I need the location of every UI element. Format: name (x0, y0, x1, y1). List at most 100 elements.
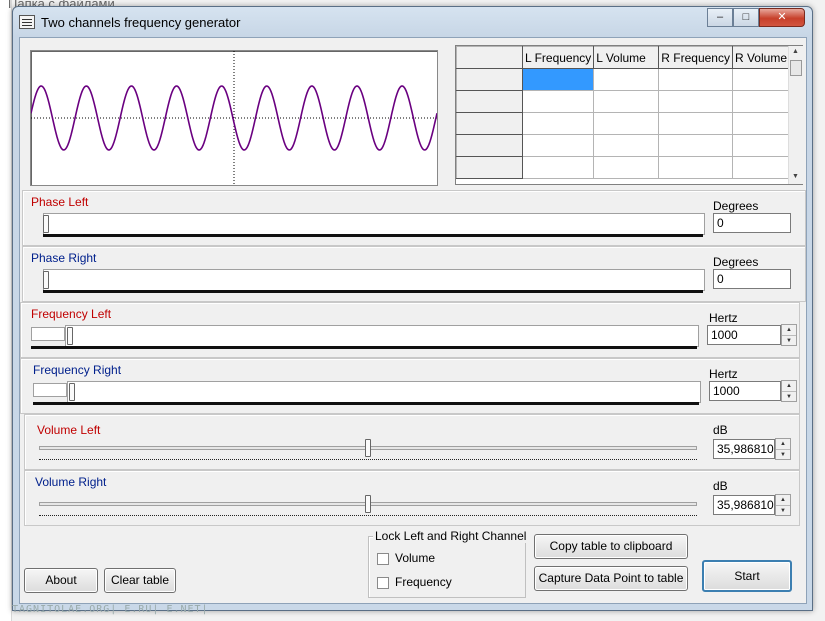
table-row (456, 68, 799, 91)
volume-left-ticks (39, 459, 697, 460)
table-cell[interactable] (521, 112, 595, 135)
table-cell[interactable] (593, 68, 660, 91)
table-cell-selected[interactable] (521, 68, 595, 91)
phase-right-panel: Phase Right Degrees 0 (22, 246, 806, 302)
phase-left-slider[interactable] (43, 213, 705, 235)
spin-down-icon[interactable]: ▼ (782, 391, 796, 401)
frequency-right-slider-thumb[interactable] (69, 383, 75, 401)
table-cell[interactable] (593, 112, 660, 135)
row-header[interactable] (456, 134, 523, 157)
lock-frequency-label[interactable]: Frequency (395, 575, 452, 589)
table-cell[interactable] (658, 90, 733, 113)
table-cell[interactable] (593, 134, 660, 157)
frequency-right-label: Frequency Right (33, 363, 122, 377)
lock-volume-label[interactable]: Volume (395, 551, 435, 565)
app-icon[interactable] (19, 15, 35, 29)
table-cell[interactable] (658, 134, 733, 157)
table-row (456, 112, 799, 135)
row-header[interactable] (456, 90, 523, 113)
phase-left-slider-thumb[interactable] (43, 215, 49, 233)
table-row (456, 90, 799, 113)
phase-right-slider-thumb[interactable] (43, 271, 49, 289)
frequency-left-hertz-input[interactable]: 1000 (707, 325, 781, 345)
minimize-button[interactable]: – (707, 8, 733, 27)
frequency-right-unit: Hertz (709, 367, 738, 381)
volume-right-label: Volume Right (35, 475, 107, 489)
row-header[interactable] (456, 156, 523, 179)
column-header-r-frequency[interactable]: R Frequency (658, 46, 733, 69)
volume-right-unit: dB (713, 479, 728, 493)
lock-frequency-checkbox[interactable] (377, 577, 389, 589)
phase-right-degrees-input[interactable]: 0 (713, 269, 791, 289)
spin-up-icon[interactable]: ▲ (782, 325, 796, 335)
table-cell[interactable] (658, 156, 733, 179)
volume-left-db-input[interactable]: 35,986810 (713, 439, 775, 459)
volume-left-slider-thumb[interactable] (365, 439, 371, 457)
background-folder-window (0, 0, 12, 621)
waveform-display (30, 50, 438, 186)
phase-left-panel: Phase Left Degrees 0 (22, 190, 806, 246)
phase-right-unit: Degrees (713, 255, 759, 269)
frequency-right-range-box[interactable] (33, 383, 67, 397)
volume-right-spinner[interactable]: ▲ ▼ (775, 494, 791, 516)
spin-down-icon[interactable]: ▼ (782, 335, 796, 345)
volume-right-panel: Volume Right dB 35,986810 ▲ ▼ (24, 470, 800, 526)
lock-volume-checkbox[interactable] (377, 553, 389, 565)
phase-right-slider[interactable] (43, 269, 705, 291)
table-cell[interactable] (593, 156, 660, 179)
spin-up-icon[interactable]: ▲ (776, 495, 790, 505)
data-grid: L Frequency L Volume R Frequency R Volum… (456, 46, 799, 179)
phase-right-label: Phase Right (31, 251, 97, 265)
start-button[interactable]: Start (702, 560, 792, 592)
volume-right-db-input[interactable]: 35,986810 (713, 495, 775, 515)
row-header[interactable] (456, 112, 523, 135)
about-button[interactable]: About (24, 568, 98, 593)
phase-left-unit: Degrees (713, 199, 759, 213)
lock-channels-title: Lock Left and Right Channel (373, 529, 529, 543)
table-row (456, 156, 799, 179)
volume-right-slider-thumb[interactable] (365, 495, 371, 513)
frequency-left-range-box[interactable] (31, 327, 65, 341)
frequency-left-spinner[interactable]: ▲ ▼ (781, 324, 797, 346)
frequency-right-spinner[interactable]: ▲ ▼ (781, 380, 797, 402)
corner-cell (456, 46, 523, 69)
scroll-up-icon[interactable]: ▲ (792, 48, 799, 55)
table-cell[interactable] (658, 112, 733, 135)
copy-table-button[interactable]: Copy table to clipboard (534, 534, 688, 559)
scroll-down-icon[interactable]: ▼ (792, 173, 799, 180)
table-cell[interactable] (521, 156, 595, 179)
column-header-l-volume[interactable]: L Volume (593, 46, 660, 69)
minimize-icon: – (716, 11, 724, 23)
spin-up-icon[interactable]: ▲ (776, 439, 790, 449)
frequency-right-hertz-input[interactable]: 1000 (709, 381, 781, 401)
volume-left-spinner[interactable]: ▲ ▼ (775, 438, 791, 460)
phase-left-degrees-input[interactable]: 0 (713, 213, 791, 233)
row-header[interactable] (456, 68, 523, 91)
scroll-thumb[interactable] (790, 60, 802, 76)
capture-data-point-button[interactable]: Capture Data Point to table (534, 566, 688, 591)
phase-right-slider-baseline (43, 290, 703, 293)
table-vertical-scrollbar[interactable]: ▲ ▼ (788, 46, 803, 184)
frequency-left-label: Frequency Left (31, 307, 112, 321)
spin-down-icon[interactable]: ▼ (776, 505, 790, 515)
close-icon: ✕ (777, 11, 787, 23)
frequency-left-slider-thumb[interactable] (67, 327, 73, 345)
table-row (456, 134, 799, 157)
maximize-button[interactable]: □ (733, 8, 759, 27)
app-window: Two channels frequency generator – □ ✕ L… (12, 6, 813, 611)
column-header-l-frequency[interactable]: L Frequency (521, 46, 595, 69)
clear-table-button[interactable]: Clear table (104, 568, 176, 593)
table-cell[interactable] (521, 90, 595, 113)
title-bar[interactable]: Two channels frequency generator – □ ✕ (13, 7, 812, 37)
table-cell[interactable] (521, 134, 595, 157)
lock-channels-group: Lock Left and Right Channel Volume Frequ… (368, 529, 529, 598)
frequency-right-slider[interactable] (67, 381, 701, 403)
spin-up-icon[interactable]: ▲ (782, 381, 796, 391)
spin-down-icon[interactable]: ▼ (776, 449, 790, 459)
close-button[interactable]: ✕ (759, 8, 805, 27)
watermark-text: TAGNITOLAE.ORG| E.RU| E.NET| (12, 604, 209, 615)
table-cell[interactable] (658, 68, 733, 91)
data-table[interactable]: L Frequency L Volume R Frequency R Volum… (455, 45, 803, 185)
frequency-left-slider[interactable] (65, 325, 699, 347)
table-cell[interactable] (593, 90, 660, 113)
